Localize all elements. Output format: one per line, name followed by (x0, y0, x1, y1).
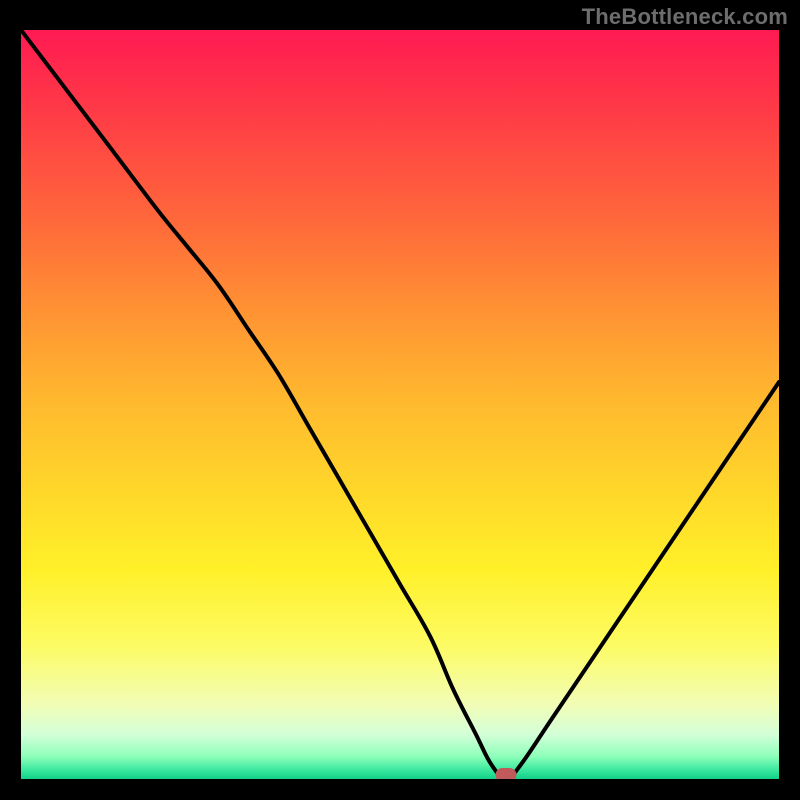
plot-area (21, 30, 779, 779)
watermark-text: TheBottleneck.com (582, 4, 788, 30)
optimum-marker (496, 768, 517, 779)
bottleneck-curve (21, 30, 779, 779)
chart-frame: TheBottleneck.com (0, 0, 800, 800)
